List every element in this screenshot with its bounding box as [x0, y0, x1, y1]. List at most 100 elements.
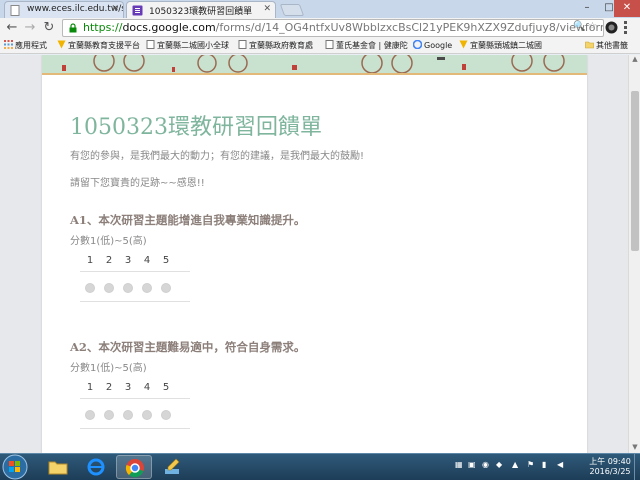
internet-explorer-icon	[87, 458, 105, 476]
scale-radio-1[interactable]	[85, 410, 95, 420]
question-title: A1、本次研習主題能增進自我專業知識提升。	[70, 213, 306, 227]
form-card: 1050323環教研習回饋單 有您的參與，是我們最大的動力；有您的建議，是我們最…	[42, 55, 587, 453]
paint-brush-icon	[165, 458, 180, 474]
start-button[interactable]	[2, 454, 30, 480]
tab-label: 1050323環教研習回饋單	[149, 7, 253, 17]
bookmark-google[interactable]: Google	[413, 40, 452, 52]
bookmark-label: Google	[424, 41, 453, 50]
tab-label: www.eces.ilc.edu.tw/sch	[27, 4, 123, 14]
close-tab-icon[interactable]: ✕	[111, 4, 119, 14]
bookmark-label: 宜蘭縣政府教育處	[249, 41, 313, 50]
bookmark-label: 宜蘭縣教育支援平台	[68, 41, 140, 50]
bookmark-star-icon[interactable]: ☆	[588, 21, 597, 32]
bookmark-gov-education[interactable]: 宜蘭縣政府教育處	[238, 40, 313, 52]
tray-app-icon[interactable]: ◉	[482, 460, 489, 469]
volume-icon[interactable]: ◀	[557, 460, 563, 469]
scale-divider	[80, 271, 190, 272]
scale-radio-5[interactable]	[161, 410, 171, 420]
form-header-banner	[42, 55, 587, 75]
clock-date: 2016/3/25	[589, 467, 631, 476]
question-a1: A1、本次研習主題能增進自我專業知識提升。 分數1(低)~5(高) 1 2 3 …	[70, 212, 550, 303]
scale-bottom-divider	[80, 301, 190, 302]
scale-radio-2[interactable]	[104, 410, 114, 420]
taskbar-paint[interactable]	[154, 455, 190, 479]
lock-icon	[69, 23, 77, 33]
back-arrow-icon[interactable]: ←	[4, 20, 20, 36]
page-icon	[146, 40, 155, 49]
new-tab-button[interactable]	[279, 4, 305, 16]
bookmark-school-global[interactable]: 宜蘭縣二城國小全球	[146, 40, 229, 52]
bookmark-label: 應用程式	[15, 41, 47, 50]
bookmarks-bar: 應用程式 宜蘭縣教育支援平台 宜蘭縣二城國小全球 宜蘭縣政府教育處 董氏基金會 …	[0, 38, 640, 54]
vertical-scrollbar[interactable]: ▲ ▼	[628, 55, 640, 453]
form-note: 請留下您寶貴的足跡~~感恩!!	[70, 178, 205, 189]
show-desktop-button[interactable]	[634, 454, 640, 480]
page-icon	[10, 5, 20, 16]
bookmark-label: 宜蘭縣頭城鎮二城國	[470, 41, 542, 50]
extension-icon[interactable]	[605, 21, 618, 34]
menu-icon[interactable]	[624, 21, 628, 35]
close-window-icon[interactable]: ✕	[614, 0, 640, 17]
taskbar-chrome[interactable]	[116, 455, 152, 479]
tray-app-icon[interactable]: ◆	[496, 460, 502, 469]
network-icon[interactable]: ▮	[542, 460, 546, 469]
bookmark-ercheng[interactable]: 宜蘭縣頭城鎮二城國	[459, 40, 542, 52]
scale-radio-1[interactable]	[85, 283, 95, 293]
google-icon	[413, 40, 422, 49]
scroll-up-icon[interactable]: ▲	[629, 55, 640, 65]
linear-scale: 1 2 3 4 5	[80, 253, 190, 303]
bookmark-ilc-support[interactable]: 宜蘭縣教育支援平台	[57, 40, 140, 52]
show-hidden-icons-icon[interactable]: ▲	[512, 460, 518, 469]
bookmark-apps[interactable]: 應用程式	[4, 40, 47, 52]
bookmark-jtf[interactable]: 董氏基金會 | 健康陀	[325, 40, 408, 52]
clock-time: 上午 09:40	[589, 457, 631, 466]
scale-radio-2[interactable]	[104, 283, 114, 293]
scrollbar-thumb[interactable]	[631, 91, 639, 251]
scale-label: 2	[105, 255, 113, 266]
question-title: A2、本次研習主題難易適中，符合自身需求。	[70, 340, 306, 354]
system-clock[interactable]: 上午 09:40 2016/3/25	[584, 457, 636, 477]
tab-eces[interactable]: www.eces.ilc.edu.tw/sch ✕	[4, 1, 124, 18]
url-host: docs.google.com	[122, 21, 216, 34]
tab-form[interactable]: 1050323環教研習回饋單 ✕	[126, 1, 276, 18]
scale-label: 3	[124, 382, 132, 393]
folder-icon	[585, 41, 594, 49]
scale-radio-3[interactable]	[123, 283, 133, 293]
scroll-down-icon[interactable]: ▼	[629, 443, 640, 453]
taskbar-explorer[interactable]	[40, 455, 76, 479]
bookmark-label: 宜蘭縣二城國小全球	[157, 41, 229, 50]
scale-label: 4	[143, 255, 151, 266]
page-viewport: 1050323環教研習回饋單 有您的參與，是我們最大的動力；有您的建議，是我們最…	[0, 55, 628, 453]
bookmark-other[interactable]: 其他書籤	[585, 40, 628, 52]
scale-label: 1	[86, 255, 94, 266]
taskbar-ie[interactable]	[78, 455, 114, 479]
question-help: 分數1(低)~5(高)	[70, 236, 147, 247]
scale-divider	[80, 398, 190, 399]
scale-label: 5	[162, 382, 170, 393]
input-method-icon[interactable]: ▦	[455, 460, 463, 469]
windows-logo-icon	[2, 454, 28, 480]
scale-label: 5	[162, 255, 170, 266]
flag-icon[interactable]: ⚑	[527, 460, 534, 469]
scale-bottom-divider	[80, 428, 190, 429]
reload-icon[interactable]: ↻	[41, 20, 57, 36]
scale-radio-4[interactable]	[142, 283, 152, 293]
scale-radio-4[interactable]	[142, 410, 152, 420]
url-scheme: https://	[83, 21, 123, 34]
scale-radio-3[interactable]	[123, 410, 133, 420]
page-icon	[238, 40, 247, 49]
zoom-icon[interactable]: 🔍	[573, 21, 585, 32]
forward-arrow-icon[interactable]: →	[22, 20, 38, 36]
question-help: 分數1(低)~5(高)	[70, 363, 147, 374]
bicycle-pattern-icon	[62, 55, 565, 73]
url-path: /forms/d/14_OG4ntfxUv8WbblzxcBsCl21yPEK9…	[215, 21, 604, 34]
bookmark-label: 董氏基金會 | 健康陀	[336, 41, 408, 50]
scale-radio-5[interactable]	[161, 283, 171, 293]
address-bar[interactable]: https://docs.google.com/forms/d/14_OG4nt…	[62, 19, 604, 37]
security-icon[interactable]: ▣	[468, 460, 476, 469]
bookmark-favicon-icon	[459, 40, 468, 49]
linear-scale: 1 2 3 4 5	[80, 380, 190, 430]
window-titlebar: www.eces.ilc.edu.tw/sch ✕ 1050323環教研習回饋單…	[0, 0, 640, 18]
browser-toolbar: ← → ↻ https://docs.google.com/forms/d/14…	[0, 18, 640, 38]
close-tab-icon[interactable]: ✕	[263, 4, 271, 14]
